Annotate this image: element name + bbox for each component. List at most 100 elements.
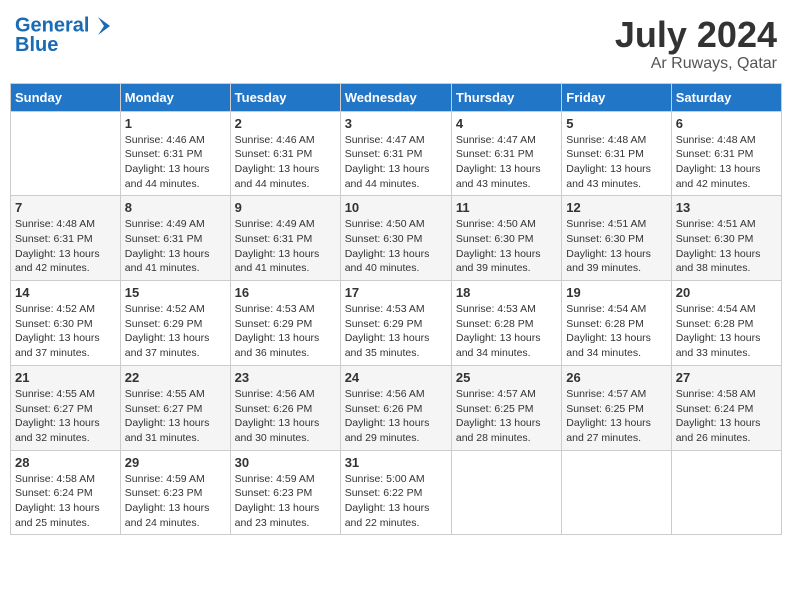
calendar-cell: 7Sunrise: 4:48 AMSunset: 6:31 PMDaylight… <box>11 196 121 281</box>
cell-sun-info: Sunrise: 4:48 AMSunset: 6:31 PMDaylight:… <box>566 133 666 192</box>
cell-sun-info: Sunrise: 4:54 AMSunset: 6:28 PMDaylight:… <box>566 302 666 361</box>
calendar-cell: 12 Sunrise: 4:51 AMSunset: 6:30 PMDayligh… <box>562 196 671 281</box>
cell-sun-info: Sunrise: 4:56 AMSunset: 6:26 PMDaylight:… <box>235 387 336 446</box>
calendar-cell <box>562 450 671 535</box>
day-number: 19 <box>566 285 666 300</box>
cell-sun-info: Sunrise: 4:46 AMSunset: 6:31 PMDaylight:… <box>125 133 226 192</box>
calendar-cell: 17 Sunrise: 4:53 AMSunset: 6:29 PMDayligh… <box>340 281 451 366</box>
calendar-cell: 26 Sunrise: 4:57 AMSunset: 6:25 PMDayligh… <box>562 365 671 450</box>
cell-sun-info: Sunrise: 4:49 AMSunset: 6:31 PMDaylight:… <box>125 217 226 276</box>
day-number: 8 <box>125 200 226 215</box>
calendar-cell: 2 Sunrise: 4:46 AMSunset: 6:31 PMDaylight… <box>230 111 340 196</box>
day-number: 26 <box>566 370 666 385</box>
calendar-cell: 24Sunrise: 4:56 AMSunset: 6:26 PMDayligh… <box>340 365 451 450</box>
day-number: 22 <box>125 370 226 385</box>
cell-sun-info: Sunrise: 4:52 AMSunset: 6:29 PMDaylight:… <box>125 302 226 361</box>
calendar-cell <box>451 450 561 535</box>
header-sunday: Sunday <box>11 83 121 111</box>
cell-sun-info: Sunrise: 4:55 AMSunset: 6:27 PMDaylight:… <box>125 387 226 446</box>
day-number: 27 <box>676 370 777 385</box>
day-number: 9 <box>235 200 336 215</box>
calendar-cell: 30 Sunrise: 4:59 AMSunset: 6:23 PMDayligh… <box>230 450 340 535</box>
calendar-body: 1 Sunrise: 4:46 AMSunset: 6:31 PMDaylight… <box>11 111 782 535</box>
day-number: 6 <box>676 116 777 131</box>
calendar-week-row: 21 Sunrise: 4:55 AMSunset: 6:27 PMDayligh… <box>11 365 782 450</box>
day-number: 12 <box>566 200 666 215</box>
calendar-cell: 1 Sunrise: 4:46 AMSunset: 6:31 PMDaylight… <box>120 111 230 196</box>
cell-sun-info: Sunrise: 4:47 AMSunset: 6:31 PMDaylight:… <box>456 133 557 192</box>
cell-sun-info: Sunrise: 4:59 AMSunset: 6:23 PMDaylight:… <box>125 472 226 531</box>
calendar-cell: 23 Sunrise: 4:56 AMSunset: 6:26 PMDayligh… <box>230 365 340 450</box>
calendar-cell: 15 Sunrise: 4:52 AMSunset: 6:29 PMDayligh… <box>120 281 230 366</box>
cell-sun-info: Sunrise: 4:58 AMSunset: 6:24 PMDaylight:… <box>15 472 116 531</box>
day-number: 30 <box>235 455 336 470</box>
cell-sun-info: Sunrise: 4:59 AMSunset: 6:23 PMDaylight:… <box>235 472 336 531</box>
calendar-cell: 22 Sunrise: 4:55 AMSunset: 6:27 PMDayligh… <box>120 365 230 450</box>
calendar-cell: 4 Sunrise: 4:47 AMSunset: 6:31 PMDaylight… <box>451 111 561 196</box>
calendar-cell: 11 Sunrise: 4:50 AMSunset: 6:30 PMDayligh… <box>451 196 561 281</box>
cell-sun-info: Sunrise: 4:50 AMSunset: 6:30 PMDaylight:… <box>345 217 447 276</box>
calendar-week-row: 7Sunrise: 4:48 AMSunset: 6:31 PMDaylight… <box>11 196 782 281</box>
day-number: 13 <box>676 200 777 215</box>
day-number: 31 <box>345 455 447 470</box>
header-wednesday: Wednesday <box>340 83 451 111</box>
day-number: 4 <box>456 116 557 131</box>
calendar-cell: 21 Sunrise: 4:55 AMSunset: 6:27 PMDayligh… <box>11 365 121 450</box>
location-subtitle: Ar Ruways, Qatar <box>615 55 777 73</box>
header-thursday: Thursday <box>451 83 561 111</box>
calendar-cell: 19 Sunrise: 4:54 AMSunset: 6:28 PMDayligh… <box>562 281 671 366</box>
cell-sun-info: Sunrise: 4:54 AMSunset: 6:28 PMDaylight:… <box>676 302 777 361</box>
logo-general: General <box>15 14 89 36</box>
calendar-header-row: SundayMondayTuesdayWednesdayThursdayFrid… <box>11 83 782 111</box>
cell-sun-info: Sunrise: 4:55 AMSunset: 6:27 PMDaylight:… <box>15 387 116 446</box>
header-saturday: Saturday <box>671 83 781 111</box>
calendar-cell: 29Sunrise: 4:59 AMSunset: 6:23 PMDayligh… <box>120 450 230 535</box>
calendar-cell: 5Sunrise: 4:48 AMSunset: 6:31 PMDaylight… <box>562 111 671 196</box>
header-monday: Monday <box>120 83 230 111</box>
day-number: 21 <box>15 370 116 385</box>
day-number: 10 <box>345 200 447 215</box>
calendar-cell: 16Sunrise: 4:53 AMSunset: 6:29 PMDayligh… <box>230 281 340 366</box>
day-number: 15 <box>125 285 226 300</box>
cell-sun-info: Sunrise: 4:53 AMSunset: 6:28 PMDaylight:… <box>456 302 557 361</box>
calendar-week-row: 14Sunrise: 4:52 AMSunset: 6:30 PMDayligh… <box>11 281 782 366</box>
calendar-cell: 31 Sunrise: 5:00 AMSunset: 6:22 PMDayligh… <box>340 450 451 535</box>
cell-sun-info: Sunrise: 4:53 AMSunset: 6:29 PMDaylight:… <box>345 302 447 361</box>
header-tuesday: Tuesday <box>230 83 340 111</box>
day-number: 28 <box>15 455 116 470</box>
day-number: 11 <box>456 200 557 215</box>
calendar-cell <box>671 450 781 535</box>
calendar-cell: 6 Sunrise: 4:48 AMSunset: 6:31 PMDaylight… <box>671 111 781 196</box>
title-block: July 2024 Ar Ruways, Qatar <box>615 15 777 73</box>
calendar-cell: 28 Sunrise: 4:58 AMSunset: 6:24 PMDayligh… <box>11 450 121 535</box>
calendar-cell: 18Sunrise: 4:53 AMSunset: 6:28 PMDayligh… <box>451 281 561 366</box>
header-friday: Friday <box>562 83 671 111</box>
cell-sun-info: Sunrise: 4:57 AMSunset: 6:25 PMDaylight:… <box>566 387 666 446</box>
day-number: 16 <box>235 285 336 300</box>
logo: General Blue <box>15 15 113 56</box>
day-number: 20 <box>676 285 777 300</box>
logo-blue: Blue <box>15 35 113 56</box>
cell-sun-info: Sunrise: 4:57 AMSunset: 6:25 PMDaylight:… <box>456 387 557 446</box>
cell-sun-info: Sunrise: 4:46 AMSunset: 6:31 PMDaylight:… <box>235 133 336 192</box>
cell-sun-info: Sunrise: 4:58 AMSunset: 6:24 PMDaylight:… <box>676 387 777 446</box>
calendar-cell: 25Sunrise: 4:57 AMSunset: 6:25 PMDayligh… <box>451 365 561 450</box>
day-number: 17 <box>345 285 447 300</box>
calendar-week-row: 28 Sunrise: 4:58 AMSunset: 6:24 PMDayligh… <box>11 450 782 535</box>
calendar-cell: 10 Sunrise: 4:50 AMSunset: 6:30 PMDayligh… <box>340 196 451 281</box>
cell-sun-info: Sunrise: 4:52 AMSunset: 6:30 PMDaylight:… <box>15 302 116 361</box>
calendar-table: SundayMondayTuesdayWednesdayThursdayFrid… <box>10 83 782 536</box>
cell-sun-info: Sunrise: 4:51 AMSunset: 6:30 PMDaylight:… <box>566 217 666 276</box>
calendar-cell: 8 Sunrise: 4:49 AMSunset: 6:31 PMDaylight… <box>120 196 230 281</box>
calendar-cell: 27 Sunrise: 4:58 AMSunset: 6:24 PMDayligh… <box>671 365 781 450</box>
cell-sun-info: Sunrise: 4:50 AMSunset: 6:30 PMDaylight:… <box>456 217 557 276</box>
cell-sun-info: Sunrise: 4:48 AMSunset: 6:31 PMDaylight:… <box>676 133 777 192</box>
cell-sun-info: Sunrise: 5:00 AMSunset: 6:22 PMDaylight:… <box>345 472 447 531</box>
calendar-cell: 20 Sunrise: 4:54 AMSunset: 6:28 PMDayligh… <box>671 281 781 366</box>
day-number: 23 <box>235 370 336 385</box>
calendar-cell: 9Sunrise: 4:49 AMSunset: 6:31 PMDaylight… <box>230 196 340 281</box>
day-number: 24 <box>345 370 447 385</box>
day-number: 2 <box>235 116 336 131</box>
calendar-cell: 14Sunrise: 4:52 AMSunset: 6:30 PMDayligh… <box>11 281 121 366</box>
day-number: 1 <box>125 116 226 131</box>
